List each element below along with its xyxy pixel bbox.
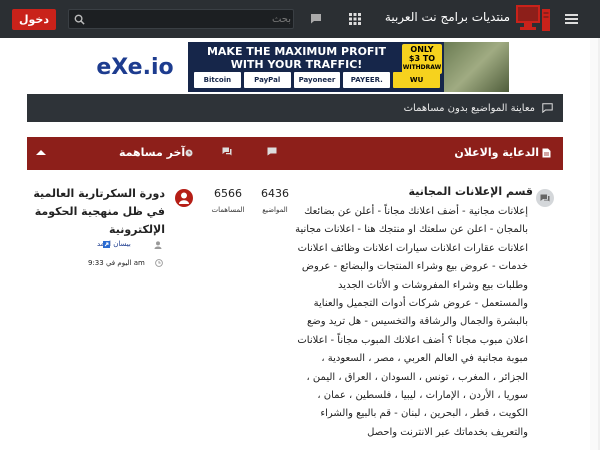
clock-icon bbox=[155, 259, 163, 267]
payment-logo: WU bbox=[393, 72, 440, 88]
search-icon[interactable] bbox=[74, 14, 85, 25]
menu-hamburger-icon[interactable] bbox=[565, 14, 578, 24]
site-logo-icon[interactable] bbox=[516, 3, 550, 33]
document-icon bbox=[542, 148, 551, 158]
posts-label: المساهمات bbox=[211, 206, 245, 214]
avatar[interactable] bbox=[175, 189, 193, 207]
topics-count: 6436 bbox=[261, 187, 289, 200]
ad-banner[interactable]: eXe.io MAKE THE MAXIMUM PROFIT WITH YOUR… bbox=[82, 42, 509, 92]
last-post-title-link[interactable]: دورة السكرتارية العالمية في ظل منهجية ال… bbox=[33, 185, 165, 239]
category-header: آخر مساهمة الدعاية والاعلان bbox=[27, 137, 563, 170]
messages-icon[interactable] bbox=[310, 13, 322, 24]
user-icon bbox=[154, 241, 162, 249]
topics-stat: 6436 المواضيع bbox=[250, 187, 300, 214]
banner-brand-logo: eXe.io bbox=[82, 42, 188, 92]
forum-chat-icon bbox=[540, 194, 550, 202]
comment-icon bbox=[542, 103, 553, 113]
forum-description: إعلانات مجانية - أضف اعلانك مجاناً - أعل… bbox=[295, 206, 528, 438]
payment-logo: Payoneer bbox=[293, 72, 341, 88]
forum-status-icon bbox=[536, 189, 554, 207]
login-button[interactable]: دخول bbox=[12, 9, 56, 30]
category-title[interactable]: الدعاية والاعلان bbox=[454, 146, 539, 159]
search-input[interactable] bbox=[91, 11, 291, 27]
banner-withdraw-badge: ONLY $3 TO WITHDRAW bbox=[402, 44, 442, 74]
top-navbar: دخول منتديات برامج نت العربية bbox=[0, 0, 600, 38]
forum-title-link[interactable]: قسم الإعلانات المجانية bbox=[409, 185, 533, 198]
posts-column-icon bbox=[222, 147, 232, 156]
payment-logo: PAYEER. bbox=[343, 72, 391, 88]
banner-money-image bbox=[444, 42, 509, 92]
topics-label: المواضيع bbox=[262, 206, 288, 214]
payment-logo: Bitcoin bbox=[194, 72, 241, 88]
banner-payment-logos: Bitcoin PayPal Payoneer PAYEER. WU bbox=[194, 72, 440, 88]
clock-icon bbox=[185, 149, 193, 157]
unanswered-topics-label[interactable]: معاينة المواضيع بدون مساهمات bbox=[404, 103, 535, 114]
last-post-column-header: آخر مساهمة bbox=[119, 146, 186, 159]
collapse-toggle-icon[interactable] bbox=[35, 148, 47, 156]
posts-stat: 6566 المساهمات bbox=[203, 187, 253, 214]
user-avatar-icon bbox=[179, 192, 189, 204]
banner-headline: MAKE THE MAXIMUM PROFIT WITH YOUR TRAFFI… bbox=[206, 45, 387, 71]
forum-row: قسم الإعلانات المجانية إعلانات مجانية - … bbox=[27, 175, 563, 450]
apps-grid-icon[interactable] bbox=[349, 13, 361, 25]
last-post-time: اليوم في 9:33 am bbox=[88, 259, 145, 267]
posts-count: 6566 bbox=[214, 187, 242, 200]
scrollbar[interactable] bbox=[590, 38, 600, 450]
goto-post-icon[interactable] bbox=[103, 241, 110, 248]
search-box[interactable] bbox=[68, 9, 294, 29]
payment-logo: PayPal bbox=[243, 72, 291, 88]
topics-column-icon bbox=[267, 147, 277, 156]
site-title[interactable]: منتديات برامج نت العربية bbox=[380, 10, 510, 24]
unanswered-topics-link[interactable]: معاينة المواضيع بدون مساهمات bbox=[27, 94, 563, 122]
